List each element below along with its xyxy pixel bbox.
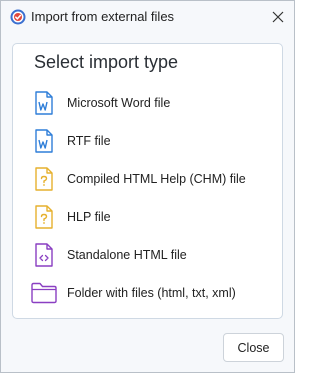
import-item-label: Microsoft Word file [67,96,171,110]
hlp-file-icon [30,203,58,231]
import-item-label: Folder with files (html, txt, xml) [67,286,236,300]
rtf-file-icon [30,127,58,155]
import-item-rtf[interactable]: RTF file [25,126,275,156]
word-file-icon [30,89,58,117]
import-item-html[interactable]: Standalone HTML file [25,240,275,270]
import-dialog: Import from external files Select import… [0,0,295,373]
window-title: Import from external files [31,9,175,24]
title-bar: Import from external files [1,1,294,33]
import-item-label: RTF file [67,134,111,148]
import-item-chm[interactable]: Compiled HTML Help (CHM) file [25,164,275,194]
close-button[interactable]: Close [223,333,284,362]
import-item-label: Standalone HTML file [67,248,187,262]
import-item-label: Compiled HTML Help (CHM) file [67,172,246,186]
import-item-label: HLP file [67,210,111,224]
import-item-hlp[interactable]: HLP file [25,202,275,232]
panel-heading: Select import type [34,52,179,72]
import-item-folder[interactable]: Folder with files (html, txt, xml) [25,278,275,308]
folder-icon [30,279,58,307]
html-file-icon [30,241,58,269]
close-window-icon[interactable] [266,5,290,29]
chm-file-icon [30,165,58,193]
import-type-panel: Select import type Microsoft Word file R… [12,43,283,319]
import-item-word[interactable]: Microsoft Word file [25,88,275,118]
app-logo-icon [10,9,26,25]
